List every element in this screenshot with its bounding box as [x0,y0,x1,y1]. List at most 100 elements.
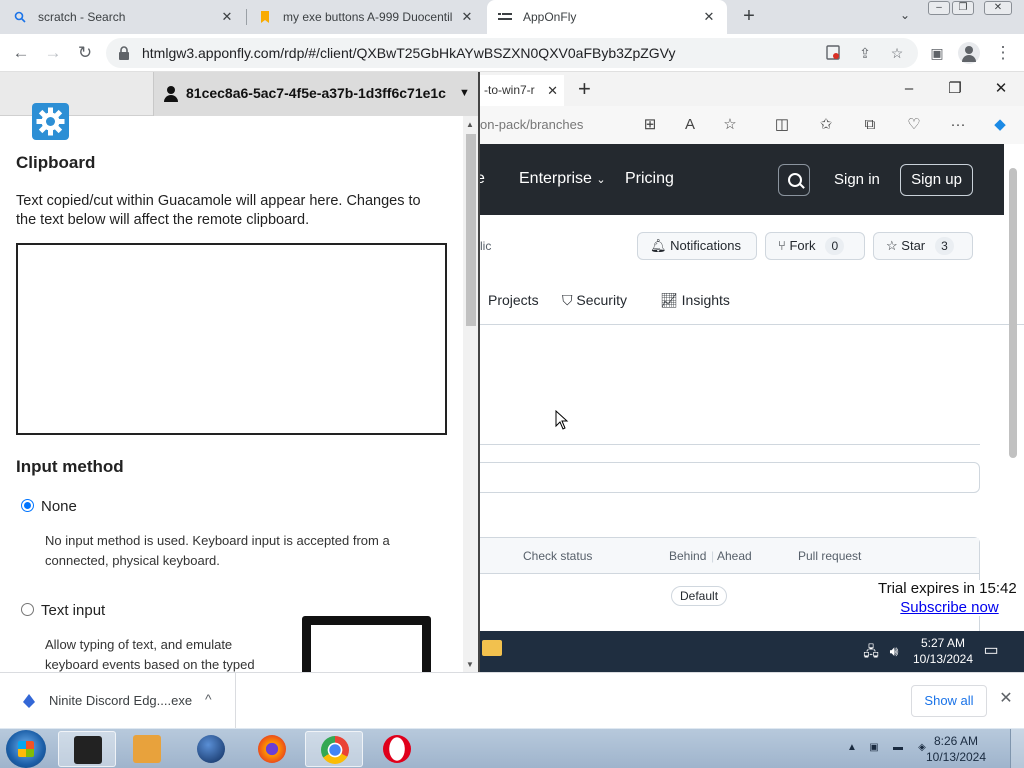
star-button[interactable]: ☆ Star 3 [873,232,973,260]
edge-new-tab-icon[interactable]: + [578,76,591,102]
fork-label: Fork [789,238,816,253]
github-sign-up-button[interactable]: Sign up [900,164,973,196]
split-screen-icon[interactable]: ◫ [772,115,792,135]
clipboard-textarea[interactable] [16,243,447,435]
tab-apponfly[interactable]: AppOnFly ✕ [487,0,727,34]
clock-date: 10/13/2024 [925,750,987,764]
taskbar-app-globe[interactable] [182,731,240,767]
show-all-button[interactable]: Show all [911,685,987,717]
tab-close-icon[interactable]: ✕ [459,9,475,25]
file-explorer-icon[interactable] [482,640,502,656]
show-desktop-button[interactable] [1010,729,1024,768]
user-menu-button[interactable]: 81cec8a6-5ac7-4f5e-a37b-1d3ff6c71e1c ▼ [153,72,478,116]
github-nav-partial[interactable]: e [480,170,485,188]
remote-clock[interactable]: 5:27 AM 10/13/2024 [910,635,976,667]
remote-desktop[interactable]: -to-win7-r ✕ + – ❐ ✕ on-pack/branches ⊞ … [480,72,1024,672]
tab-label: Insights [681,292,730,308]
github-nav-pricing[interactable]: Pricing [625,170,674,188]
repo-visibility-badge: lic [480,239,492,253]
volume-icon[interactable]: 🔊︎ [885,643,903,659]
close-downloads-icon[interactable]: ✕ [997,690,1015,708]
minimize-icon[interactable]: – [928,1,950,15]
scroll-thumb[interactable] [466,134,476,326]
download-item[interactable]: Ninite Discord Edg....exe ^ [0,673,236,729]
tab-close-icon[interactable]: ✕ [701,9,717,25]
radio-label-text-input[interactable]: Text input [41,602,105,619]
shield-icon: ⛉ [562,292,573,308]
start-button[interactable] [6,730,46,768]
network-icon[interactable]: 🖧︎ [862,643,880,659]
clipboard-description: Text copied/cut within Guacamole will ap… [16,193,421,228]
guacamole-menu-body: Clipboard Text copied/cut within Guacamo… [0,116,462,672]
chevron-up-icon[interactable]: ^ [205,691,212,707]
share-icon[interactable]: ⇪ [856,44,874,62]
collections-icon[interactable]: ⧉ [860,115,880,135]
close-window-icon[interactable]: ✕ [984,1,1012,15]
edge-minimize-icon[interactable]: – [898,78,920,100]
taskbar-app-opera[interactable] [368,731,426,767]
edge-scrollbar[interactable] [1006,148,1020,618]
scroll-down-arrow-icon[interactable]: ▼ [466,660,474,669]
star-icon: ☆ [886,238,898,253]
remote-date: 10/13/2024 [912,652,974,666]
edge-close-icon[interactable]: ✕ [990,78,1012,100]
github-search-icon[interactable] [778,164,810,196]
radio-label-none[interactable]: None [41,498,77,515]
taskbar-app-media[interactable] [118,731,176,767]
favorites-icon[interactable]: ✩ [816,115,836,135]
subscribe-link[interactable]: Subscribe now [878,599,1017,616]
taskbar-app-terminal[interactable] [58,731,116,767]
new-tab-button[interactable]: + [738,5,760,27]
tab-projects[interactable]: Projects [488,292,539,308]
clipboard-blocked-icon[interactable] [824,44,842,62]
copilot-icon[interactable]: ◆ [990,115,1010,135]
edge-address-bar[interactable]: on-pack/branches ⊞ A ☆ ◫ ✩ ⧉ ♡ ··· ◆ [480,106,1024,144]
edge-tab-close-icon[interactable]: ✕ [547,75,558,106]
profile-avatar-icon[interactable] [958,42,980,64]
notification-center-icon[interactable]: ▭ [982,643,1000,659]
tab-insights[interactable]: 📈︎ Insights [660,292,730,309]
star-count: 3 [935,237,954,255]
taskbar-app-firefox[interactable] [243,731,301,767]
side-panel-icon[interactable]: ▣ [926,42,948,64]
reload-icon[interactable]: ↻ [74,42,96,64]
radio-none[interactable] [21,499,34,512]
tab-search-chevron-icon[interactable]: ⌄ [896,8,914,26]
read-aloud-icon[interactable]: A [680,115,700,135]
back-arrow-icon[interactable]: ← [10,42,32,64]
guacamole-scrollbar[interactable]: ▲ ▼ [463,116,478,672]
branch-filter-input[interactable] [480,462,980,493]
menu-kebab-icon[interactable]: ⋮ [992,42,1014,64]
star-label: Star [901,238,926,253]
forward-arrow-icon[interactable]: → [42,42,64,64]
github-nav-enterprise[interactable]: Enterprise ⌄ [519,170,606,188]
settings-more-icon[interactable]: ··· [948,115,968,135]
tray-app-icon[interactable]: ▣ [867,741,881,755]
edge-tab[interactable]: -to-win7-r ✕ [480,75,564,106]
edge-restore-icon[interactable]: ❐ [944,78,966,100]
tab-exe-buttons[interactable]: my exe buttons A-999 Duocentill ✕ [257,0,485,34]
github-sign-in-link[interactable]: Sign in [834,171,880,188]
favorite-star-icon[interactable]: ☆ [720,115,740,135]
scroll-up-arrow-icon[interactable]: ▲ [466,120,474,129]
fork-button[interactable]: ⑂ Fork 0 [765,232,865,260]
tray-monitor-icon[interactable]: ▬ [891,741,905,755]
tray-expand-icon[interactable]: ▲ [845,741,859,755]
restore-icon[interactable]: ❐ [952,1,974,15]
tab-close-icon[interactable]: ✕ [219,9,235,25]
taskbar-app-chrome[interactable] [305,731,363,767]
caret-down-icon: ▼ [459,87,470,99]
notifications-button[interactable]: 🔔︎ Notifications [637,232,757,260]
bookmark-star-icon[interactable]: ☆ [888,44,906,62]
tab-title: AppOnFly [523,10,577,24]
apps-icon[interactable]: ⊞ [640,115,660,135]
chrome-icon [321,736,349,764]
tab-security[interactable]: ⛉ Security [562,292,627,309]
notifications-label: Notifications [670,238,741,253]
address-bar[interactable]: htmlgw3.apponfly.com/rdp/#/client/QXBwT2… [106,38,918,68]
taskbar-clock[interactable]: 8:26 AM 10/13/2024 [924,733,988,765]
tab-scratch-search[interactable]: scratch - Search ✕ [12,0,245,34]
browser-essentials-icon[interactable]: ♡ [904,115,924,135]
scroll-thumb[interactable] [1009,168,1017,458]
radio-text-input[interactable] [21,603,34,616]
